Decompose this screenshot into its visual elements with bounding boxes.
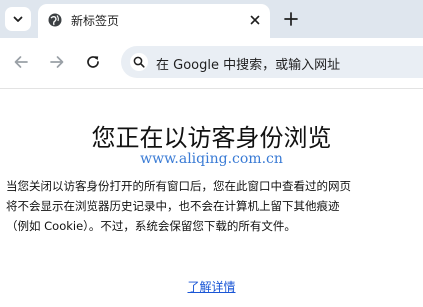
close-icon[interactable]	[248, 13, 262, 27]
learn-more-link[interactable]: 了解详情	[0, 278, 423, 295]
page-title: 您正在以访客身份浏览	[91, 124, 332, 152]
tab-search-button[interactable]	[5, 7, 31, 31]
description-line: 将不会显示在浏览器历史记录中，也不会在计算机上留下其他痕迹	[6, 199, 340, 213]
tab-strip: 新标签页	[0, 0, 423, 38]
omnibox[interactable]: 在 Google 中搜索，或输入网址	[121, 46, 423, 78]
omnibox-search-badge	[130, 53, 148, 71]
watermark-text: www.aliqing.com.cn	[140, 151, 283, 167]
plus-icon[interactable]	[282, 10, 300, 28]
chevron-down-icon	[13, 16, 23, 22]
search-icon	[133, 56, 145, 68]
guest-mode-description: 当您关闭以访客身份打开的所有窗口后，您在此窗口中查看过的网页 将不会显示在浏览器…	[6, 176, 421, 236]
reload-icon[interactable]	[84, 53, 102, 71]
tab-title: 新标签页	[71, 14, 120, 28]
arrow-left-icon[interactable]	[12, 53, 30, 71]
description-line: 当您关闭以访客身份打开的所有窗口后，您在此窗口中查看过的网页	[6, 179, 351, 193]
omnibox-placeholder[interactable]: 在 Google 中搜索，或输入网址	[156, 54, 340, 73]
tab-new-tab[interactable]: 新标签页	[38, 4, 270, 38]
description-line: （例如 Cookie）。不过，系统会保留您下载的所有文件。	[6, 219, 296, 233]
toolbar: 在 Google 中搜索，或输入网址	[0, 38, 423, 89]
arrow-right-icon[interactable]	[48, 53, 66, 71]
globe-icon	[48, 13, 62, 27]
